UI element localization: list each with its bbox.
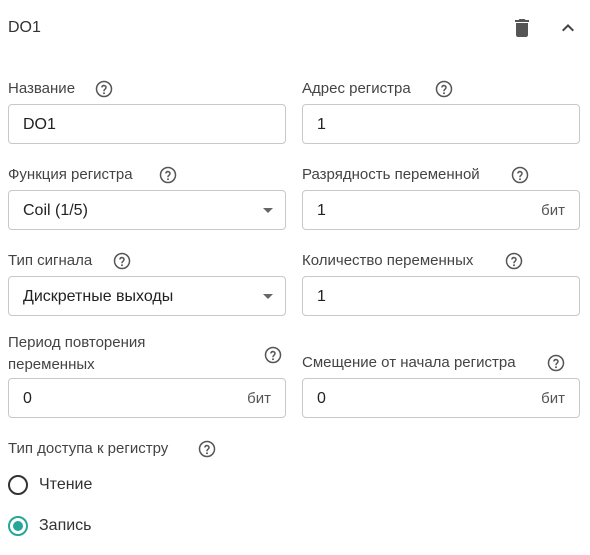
chevron-up-icon	[562, 24, 574, 32]
register-offset-input[interactable]: 0 бит	[302, 378, 580, 418]
signal-type-value: Дискретные выходы	[23, 288, 174, 305]
dropdown-arrow-icon	[263, 208, 273, 213]
collapse-button[interactable]	[556, 16, 580, 40]
help-circle-icon[interactable]	[159, 166, 177, 184]
variable-count-label: Количество переменных	[302, 252, 474, 269]
help-circle-icon[interactable]	[435, 80, 453, 98]
signal-type-select[interactable]: Дискретные выходы	[8, 276, 286, 316]
help-circle-icon[interactable]	[264, 346, 282, 364]
name-input[interactable]: DO1	[8, 104, 286, 144]
unit-suffix: бит	[541, 390, 565, 407]
help-circle-icon[interactable]	[505, 252, 523, 270]
trash-icon	[515, 19, 529, 37]
register-address-input[interactable]: 1	[302, 104, 580, 144]
register-address-label: Адрес регистра	[302, 80, 411, 97]
variable-bit-depth-value: 1	[317, 202, 326, 219]
name-value: DO1	[23, 116, 56, 133]
radio-write-label: Запись	[39, 517, 92, 534]
name-label: Название	[8, 80, 76, 97]
variable-count-input[interactable]: 1	[302, 276, 580, 316]
radio-read-label: Чтение	[39, 476, 93, 493]
register-function-select[interactable]: Coil (1/5)	[8, 190, 286, 230]
unit-suffix: бит	[247, 390, 271, 407]
register-offset-value: 0	[317, 390, 326, 407]
help-circle-icon[interactable]	[113, 252, 131, 270]
signal-type-label: Тип сигнала	[8, 252, 93, 269]
help-circle-icon[interactable]	[511, 166, 529, 184]
variable-bit-depth-label: Разрядность переменной	[302, 166, 480, 183]
delete-button[interactable]	[510, 16, 534, 40]
help-circle-icon[interactable]	[198, 440, 216, 458]
variable-bit-depth-input[interactable]: 1 бит	[302, 190, 580, 230]
radio-read[interactable]: Чтение	[8, 474, 128, 498]
unit-suffix: бит	[541, 202, 565, 219]
access-type-label: Тип доступа к регистру	[8, 440, 169, 457]
dropdown-arrow-icon	[263, 294, 273, 299]
register-function-value: Coil (1/5)	[23, 202, 88, 219]
register-offset-label: Смещение от начала регистра	[302, 354, 516, 371]
repeat-period-input[interactable]: 0 бит	[8, 378, 286, 418]
radio-write[interactable]: Запись	[8, 515, 128, 539]
radio-button-selected[interactable]	[8, 516, 28, 536]
help-circle-icon[interactable]	[547, 354, 565, 372]
register-function-label: Функция регистра	[8, 166, 133, 183]
register-address-value: 1	[317, 116, 326, 133]
panel-title: DO1	[8, 19, 41, 36]
variable-count-value: 1	[317, 288, 326, 305]
radio-button[interactable]	[8, 475, 28, 495]
help-circle-icon[interactable]	[95, 80, 113, 98]
repeat-period-label: Период повторения переменных	[8, 334, 146, 373]
repeat-period-value: 0	[23, 390, 32, 407]
panel-header: DO1	[0, 0, 590, 58]
